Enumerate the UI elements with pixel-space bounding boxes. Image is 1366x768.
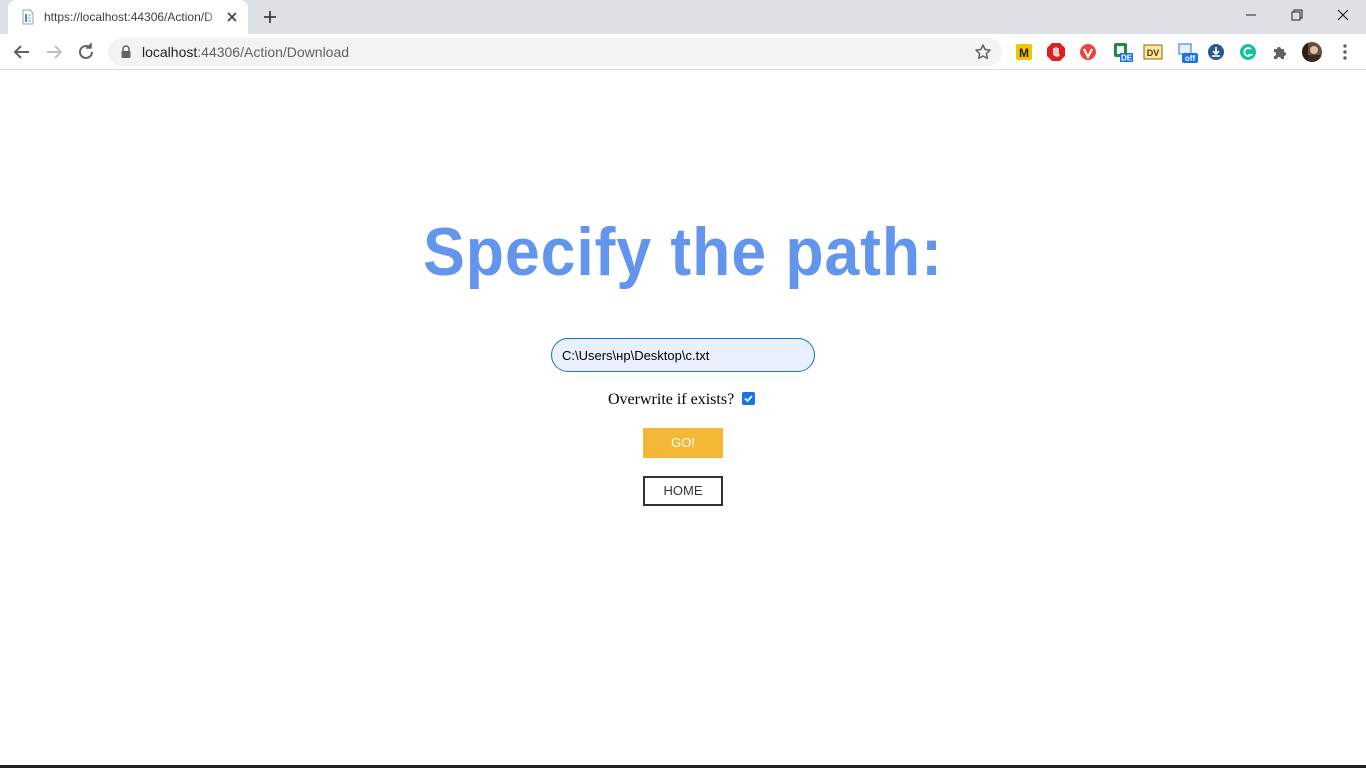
close-window-icon[interactable] [1320,0,1366,30]
metamask-icon[interactable]: M [1013,41,1035,63]
lock-icon[interactable] [120,45,132,59]
browser-tab[interactable]: https://localhost:44306/Action/D [8,0,248,34]
download-icon[interactable] [1205,41,1227,63]
dv-icon[interactable]: DV [1142,41,1164,63]
grammarly-icon[interactable] [1237,41,1259,63]
de-label: DE [1121,54,1133,63]
close-tab-icon[interactable] [224,9,240,25]
de-icon[interactable]: DE [1112,41,1134,63]
path-input[interactable] [551,338,815,372]
overwrite-label: Overwrite if exists? [608,391,735,408]
new-tab-icon[interactable] [258,5,282,29]
dv-label: DV [1147,48,1160,58]
browser-window: https://localhost:44306/Action/D localho… [0,0,1366,768]
off-label: off [1185,54,1196,63]
tab-title: https://localhost:44306/Action/D [44,10,213,24]
url-text: localhost:44306/Action/Download [142,44,349,60]
url-host: localhost [142,44,198,60]
document-icon [20,9,36,25]
back-icon[interactable] [10,40,34,64]
vpn-icon[interactable] [1077,41,1099,63]
metamask-label: M [1019,46,1029,60]
browser-toolbar: localhost:44306/Action/Download M DE DV … [0,34,1366,70]
home-button[interactable]: HOME [643,476,723,506]
tab-title-fade [204,8,224,26]
address-bar[interactable]: localhost:44306/Action/Download [108,38,1002,66]
checkmark-icon [744,395,753,403]
off-icon[interactable]: off [1176,41,1198,63]
forward-icon[interactable] [42,40,66,64]
menu-dots-icon[interactable] [1334,41,1356,63]
bookmark-star-icon[interactable] [974,43,992,61]
go-button[interactable]: GO! [643,428,723,458]
overwrite-checkbox[interactable] [742,392,755,405]
puzzle-icon[interactable] [1269,41,1291,63]
avatar[interactable] [1301,41,1323,63]
page-heading: Specify the path: [423,214,943,290]
tab-strip: https://localhost:44306/Action/D [0,0,1366,34]
restore-icon[interactable] [1274,0,1320,30]
url-path: :44306/Action/Download [197,44,350,60]
minimize-icon[interactable] [1228,0,1274,30]
reload-icon[interactable] [74,40,98,64]
overwrite-row: Overwrite if exists? [608,391,755,411]
adblock-icon[interactable] [1045,41,1067,63]
